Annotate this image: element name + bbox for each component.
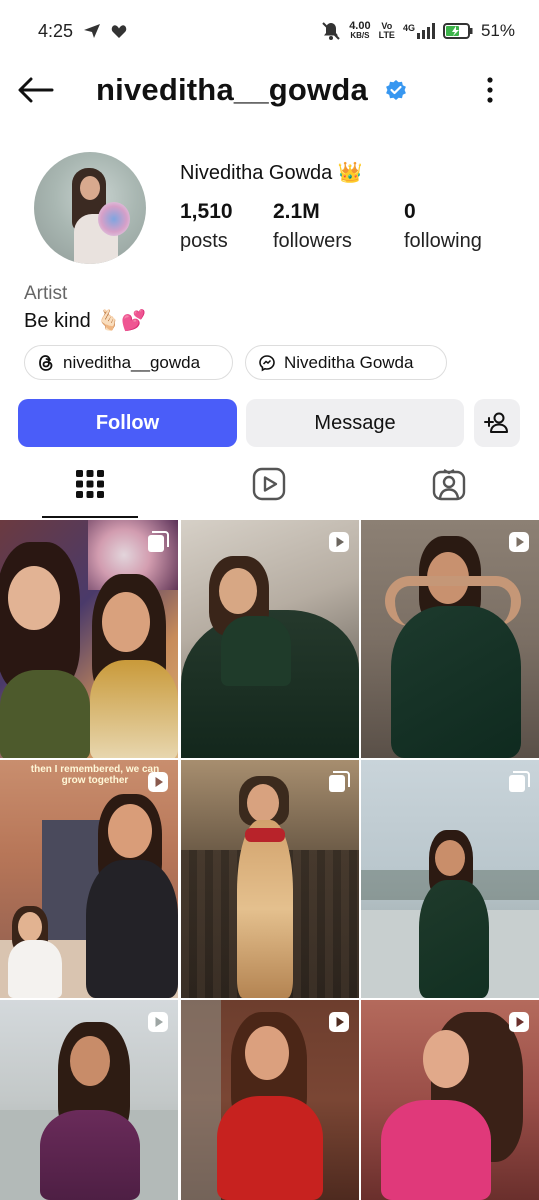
tab-posts-grid[interactable] [58, 456, 122, 512]
back-button[interactable] [16, 72, 56, 108]
post-thumbnail-4[interactable]: then I remembered, we can grow together [0, 760, 178, 998]
post-thumbnail-3[interactable] [361, 520, 539, 758]
profile-header: niveditha__gowda [0, 62, 539, 118]
message-button[interactable]: Message [246, 399, 464, 447]
add-person-icon [484, 412, 508, 433]
carousel-icon [329, 771, 350, 792]
reels-icon [252, 467, 286, 501]
carousel-icon [509, 771, 530, 792]
post-thumbnail-5[interactable] [181, 760, 359, 998]
follow-button[interactable]: Follow [18, 399, 237, 447]
heart-notification-icon [111, 24, 127, 38]
clock: 4:25 [38, 20, 74, 41]
followers-count: 2.1M [273, 200, 320, 223]
active-tab-indicator [42, 516, 138, 518]
profile-bio: Be kind 🫰🏻💕 [24, 310, 147, 332]
followers-stat[interactable]: 2.1M followers [273, 200, 352, 253]
post-thumbnail-6[interactable] [361, 760, 539, 998]
tab-reels[interactable] [237, 456, 301, 512]
post-thumbnail-8[interactable] [181, 1000, 359, 1200]
arrow-left-icon [18, 77, 54, 103]
network-speed: 4.00 KB/S [349, 20, 371, 41]
following-label: following [404, 230, 482, 252]
reel-icon [509, 532, 529, 552]
post-thumbnail-1[interactable] [0, 520, 178, 758]
reel-icon [329, 1012, 349, 1032]
threads-icon [39, 354, 53, 371]
reel-icon [148, 772, 168, 792]
status-bar: 4:25 4.00 KB/S Vo LTE 4G 51% [0, 0, 539, 62]
crown-emoji: 👑 [337, 162, 363, 184]
reel-icon [509, 1012, 529, 1032]
posts-grid: then I remembered, we can grow together [0, 520, 539, 1200]
post-overlay-text: then I remembered, we can grow together [30, 764, 160, 786]
followers-label: followers [273, 230, 352, 252]
avatar[interactable] [34, 152, 146, 264]
reel-icon [329, 532, 349, 552]
send-notification-icon [84, 24, 101, 38]
facebook-link-chip[interactable]: Niveditha Gowda [245, 345, 447, 380]
profile-category: Artist [24, 283, 68, 304]
volte-indicator: Vo LTE [378, 21, 395, 40]
carousel-icon [148, 531, 169, 552]
signal-indicator: 4G [403, 23, 435, 39]
facebook-link-label: Niveditha Gowda [284, 352, 414, 372]
following-count: 0 [404, 200, 416, 223]
battery-icon [442, 23, 473, 39]
vertical-dots-icon [487, 77, 493, 103]
mute-icon [322, 22, 340, 40]
display-name: Niveditha Gowda 👑 [180, 162, 363, 184]
battery-percent: 51% [480, 21, 515, 40]
more-options-button[interactable] [474, 72, 506, 108]
signal-bars-icon [416, 23, 435, 39]
tab-tagged[interactable] [417, 456, 481, 512]
grid-icon [76, 470, 104, 498]
reel-icon [148, 1012, 168, 1032]
facebook-link-icon [259, 354, 275, 371]
post-thumbnail-2[interactable] [181, 520, 359, 758]
profile-username: niveditha__gowda [96, 72, 368, 107]
threads-link-chip[interactable]: niveditha__gowda [24, 345, 233, 380]
posts-count: 1,510 [180, 200, 233, 223]
post-thumbnail-7[interactable] [0, 1000, 178, 1200]
tagged-icon [432, 469, 466, 501]
threads-link-label: niveditha__gowda [63, 352, 201, 372]
post-thumbnail-9[interactable] [361, 1000, 539, 1200]
suggested-accounts-button[interactable] [474, 399, 520, 447]
posts-label: posts [180, 230, 228, 252]
posts-stat[interactable]: 1,510 posts [180, 200, 233, 253]
following-stat[interactable]: 0 following [404, 200, 482, 253]
verified-badge-icon [386, 80, 406, 100]
